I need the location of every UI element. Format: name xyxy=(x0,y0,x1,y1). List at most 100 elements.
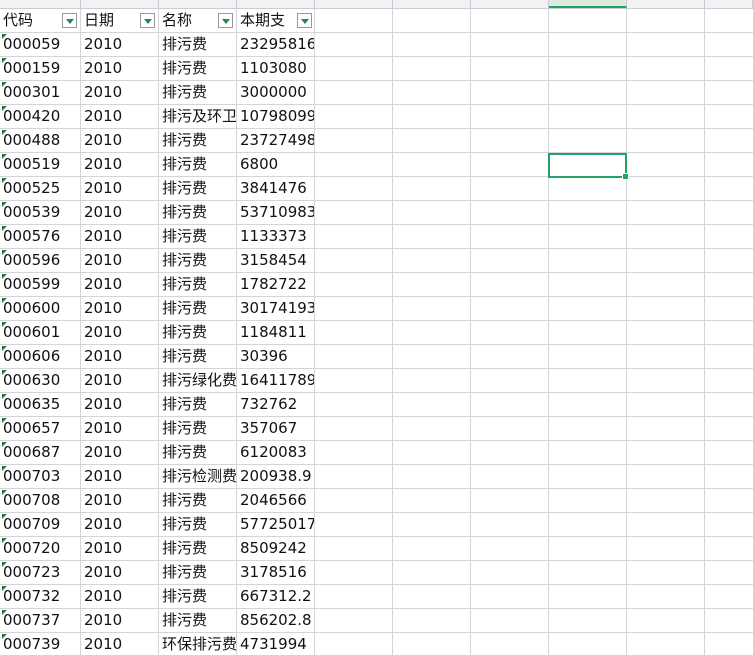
column-header-a[interactable] xyxy=(0,0,81,8)
cell-name[interactable]: 排污费 xyxy=(159,129,236,152)
cell-code[interactable]: 000635 xyxy=(0,393,80,416)
cell-code[interactable]: 000525 xyxy=(0,177,80,200)
cell-name[interactable]: 排污费 xyxy=(159,249,236,272)
cell-amount[interactable]: 30396 xyxy=(237,345,314,368)
cell-amount[interactable]: 53710983 xyxy=(237,201,314,224)
cell-code[interactable]: 000723 xyxy=(0,561,80,584)
cell-amount[interactable]: 3158454 xyxy=(237,249,314,272)
cell-code[interactable]: 000420 xyxy=(0,105,80,128)
filter-dropdown-icon[interactable] xyxy=(140,13,155,28)
cell-code[interactable]: 000601 xyxy=(0,321,80,344)
filter-dropdown-icon[interactable] xyxy=(297,13,312,28)
cell-amount[interactable]: 30174193 xyxy=(237,297,314,320)
filter-dropdown-icon[interactable] xyxy=(62,13,77,28)
cell-name[interactable]: 排污及环卫 xyxy=(159,105,236,128)
cell-year[interactable]: 2010 xyxy=(81,465,158,488)
cell-code[interactable]: 000737 xyxy=(0,609,80,632)
cell-year[interactable]: 2010 xyxy=(81,537,158,560)
cell-code[interactable]: 000732 xyxy=(0,585,80,608)
cell-year[interactable]: 2010 xyxy=(81,561,158,584)
cell-code[interactable]: 000606 xyxy=(0,345,80,368)
cell-name[interactable]: 排污费 xyxy=(159,201,236,224)
cell-name[interactable]: 排污费 xyxy=(159,153,236,176)
cell-name[interactable]: 排污费 xyxy=(159,585,236,608)
column-header-g[interactable] xyxy=(471,0,549,8)
column-header-c[interactable] xyxy=(159,0,237,8)
cell-code[interactable]: 000600 xyxy=(0,297,80,320)
cell-year[interactable]: 2010 xyxy=(81,489,158,512)
header-cell-amount[interactable]: 本期支 xyxy=(237,9,297,32)
cell-amount[interactable]: 357067 xyxy=(237,417,314,440)
cell-name[interactable]: 环保排污费 xyxy=(159,633,236,655)
cell-amount[interactable]: 732762 xyxy=(237,393,314,416)
cell-amount[interactable]: 57725017 xyxy=(237,513,314,536)
cell-name[interactable]: 排污费 xyxy=(159,297,236,320)
cell-code[interactable]: 000059 xyxy=(0,33,80,56)
cell-amount[interactable]: 3178516 xyxy=(237,561,314,584)
cell-name[interactable]: 排污费 xyxy=(159,417,236,440)
cell-name[interactable]: 排污费 xyxy=(159,81,236,104)
column-header-i[interactable] xyxy=(627,0,705,8)
cell-code[interactable]: 000708 xyxy=(0,489,80,512)
cell-year[interactable]: 2010 xyxy=(81,129,158,152)
cell-name[interactable]: 排污费 xyxy=(159,33,236,56)
cell-year[interactable]: 2010 xyxy=(81,609,158,632)
cell-amount[interactable]: 10798099 xyxy=(237,105,314,128)
cell-year[interactable]: 2010 xyxy=(81,273,158,296)
cell-amount[interactable]: 2046566 xyxy=(237,489,314,512)
cell-name[interactable]: 排污费 xyxy=(159,537,236,560)
cell-year[interactable]: 2010 xyxy=(81,33,158,56)
column-header-j[interactable] xyxy=(705,0,753,8)
cell-year[interactable]: 2010 xyxy=(81,513,158,536)
cell-year[interactable]: 2010 xyxy=(81,249,158,272)
cell-name[interactable]: 排污费 xyxy=(159,345,236,368)
column-header-f[interactable] xyxy=(393,0,471,8)
cell-year[interactable]: 2010 xyxy=(81,393,158,416)
cell-amount[interactable]: 23295816 xyxy=(237,33,314,56)
cell-amount[interactable]: 3841476 xyxy=(237,177,314,200)
cell-name[interactable]: 排污费 xyxy=(159,273,236,296)
cell-amount[interactable]: 8509242 xyxy=(237,537,314,560)
cell-name[interactable]: 排污费 xyxy=(159,57,236,80)
cell-amount[interactable]: 4731994 xyxy=(237,633,314,655)
cell-year[interactable]: 2010 xyxy=(81,633,158,655)
cell-code[interactable]: 000301 xyxy=(0,81,80,104)
column-header-d[interactable] xyxy=(237,0,315,8)
cell-amount[interactable]: 6800 xyxy=(237,153,314,176)
cell-year[interactable]: 2010 xyxy=(81,81,158,104)
cell-code[interactable]: 000159 xyxy=(0,57,80,80)
cell-code[interactable]: 000519 xyxy=(0,153,80,176)
cell-year[interactable]: 2010 xyxy=(81,345,158,368)
cell-amount[interactable]: 23727498 xyxy=(237,129,314,152)
cell-name[interactable]: 排污费 xyxy=(159,513,236,536)
column-header-h[interactable] xyxy=(549,0,627,8)
cell-amount[interactable]: 1133373 xyxy=(237,225,314,248)
cell-amount[interactable]: 1184811 xyxy=(237,321,314,344)
cell-year[interactable]: 2010 xyxy=(81,585,158,608)
cell-name[interactable]: 排污费 xyxy=(159,561,236,584)
cell-code[interactable]: 000488 xyxy=(0,129,80,152)
cell-code[interactable]: 000687 xyxy=(0,441,80,464)
cell-name[interactable]: 排污费 xyxy=(159,321,236,344)
cell-year[interactable]: 2010 xyxy=(81,177,158,200)
cell-code[interactable]: 000596 xyxy=(0,249,80,272)
cell-amount[interactable]: 200938.9 xyxy=(237,465,314,488)
cell-name[interactable]: 排污费 xyxy=(159,441,236,464)
cell-code[interactable]: 000703 xyxy=(0,465,80,488)
cell-name[interactable]: 排污费 xyxy=(159,225,236,248)
cell-amount[interactable]: 1782722 xyxy=(237,273,314,296)
cell-year[interactable]: 2010 xyxy=(81,417,158,440)
cell-code[interactable]: 000599 xyxy=(0,273,80,296)
cell-amount[interactable]: 1103080 xyxy=(237,57,314,80)
cell-name[interactable]: 排污费 xyxy=(159,489,236,512)
cell-name[interactable]: 排污检测费 xyxy=(159,465,236,488)
cell-year[interactable]: 2010 xyxy=(81,441,158,464)
cell-code[interactable]: 000630 xyxy=(0,369,80,392)
cell-year[interactable]: 2010 xyxy=(81,153,158,176)
cell-year[interactable]: 2010 xyxy=(81,105,158,128)
cell-year[interactable]: 2010 xyxy=(81,201,158,224)
cell-year[interactable]: 2010 xyxy=(81,321,158,344)
spreadsheet-grid[interactable]: 代码 日期 名称 本期支 000059 2010 排污费 23295816 000159… xyxy=(0,0,753,655)
cell-amount[interactable]: 667312.2 xyxy=(237,585,314,608)
cell-name[interactable]: 排污费 xyxy=(159,609,236,632)
